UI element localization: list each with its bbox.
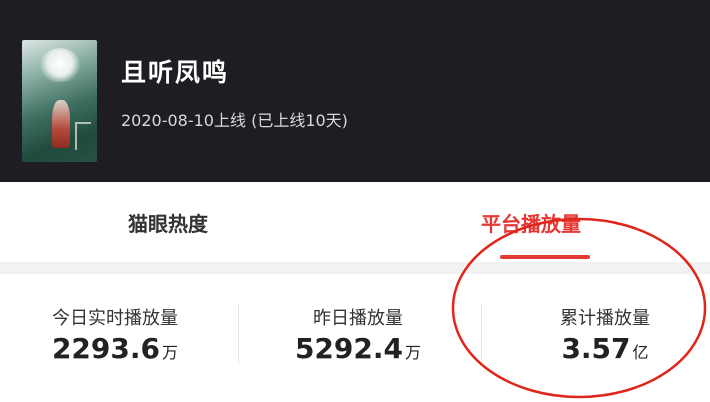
show-title: 且听凤鸣: [121, 58, 230, 87]
stat-value: 5292.4 万: [258, 332, 458, 365]
stat-unit: 万: [162, 343, 179, 362]
stat-divider: [238, 304, 239, 364]
stat-number: 2293.6: [51, 332, 161, 365]
stat-cumulative: 累计播放量 3.57 亿: [500, 274, 710, 402]
figure-artwork: [52, 100, 70, 148]
stat-label: 昨日播放量: [313, 308, 403, 329]
stats-panel: 今日实时播放量 2293.6 万 昨日播放量 5292.4 万 累计播放量 3.57…: [0, 274, 710, 402]
tab-bar: 猫眼热度 平台播放量: [0, 182, 710, 262]
stat-today-realtime: 今日实时播放量 2293.6 万: [10, 274, 220, 402]
active-tab-indicator: [500, 255, 590, 259]
stat-number: 5292.4: [294, 332, 404, 365]
stat-value: 3.57 亿: [500, 332, 710, 365]
phoenix-artwork: [40, 48, 80, 82]
stat-unit: 亿: [632, 343, 649, 362]
stat-label: 累计播放量: [560, 308, 650, 329]
poster-image: [22, 40, 97, 162]
tab-platform-views[interactable]: 平台播放量: [481, 208, 581, 237]
stat-divider: [481, 304, 482, 364]
section-separator: [0, 262, 710, 274]
stat-label: 今日实时播放量: [52, 308, 178, 329]
tab-maoyan-heat[interactable]: 猫眼热度: [128, 208, 208, 237]
calligraphy-mark: [75, 122, 91, 150]
stat-number: 3.57: [561, 332, 631, 365]
release-info: 2020-08-10上线 (已上线10天): [121, 111, 348, 130]
show-header: 且听凤鸣 2020-08-10上线 (已上线10天): [0, 0, 710, 182]
stat-unit: 万: [405, 343, 422, 362]
stat-value: 2293.6 万: [10, 332, 220, 365]
stat-yesterday: 昨日播放量 5292.4 万: [258, 274, 458, 402]
